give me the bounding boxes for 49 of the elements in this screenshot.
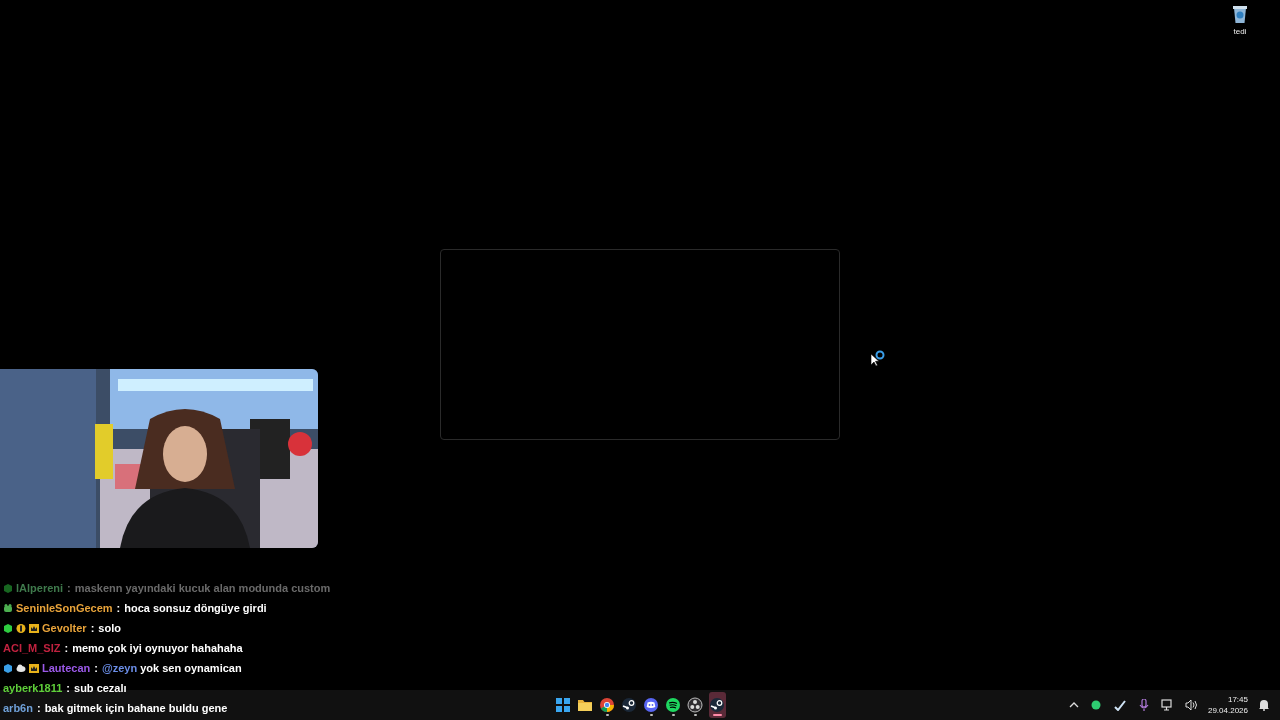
chat-username: Lautecan	[42, 662, 91, 674]
microphone-icon	[1138, 699, 1149, 711]
coin-badge-icon	[16, 622, 26, 634]
desktop-icon[interactable]: tedi	[1220, 5, 1260, 36]
chat-colon: :	[64, 642, 69, 654]
chat-colon: :	[66, 682, 70, 694]
tray-button[interactable]	[1182, 697, 1200, 713]
cursor-icon	[871, 354, 879, 366]
cloud-badge-icon	[16, 662, 26, 674]
trash-bin-icon	[1231, 5, 1249, 24]
chat-colon: :	[94, 662, 98, 674]
folder-icon	[577, 697, 593, 713]
cube-badge-icon	[3, 662, 13, 674]
chat-username: ayberk1811	[3, 682, 63, 694]
chat-username: ACI_M_SIZ	[3, 642, 61, 654]
chat-colon: :	[90, 622, 95, 634]
speaker-icon	[1184, 699, 1198, 711]
chat-message: sub cezalı	[74, 682, 127, 694]
chat-app-icon	[643, 697, 659, 713]
chevron-up-icon	[1068, 701, 1079, 709]
chat-message: memo çok iyi oynuyor hahahaha	[72, 642, 243, 654]
creature-badge-icon	[3, 602, 13, 614]
tray-button[interactable]	[1158, 697, 1175, 713]
chat-username: Gevolter	[42, 622, 87, 634]
bell-icon	[1258, 699, 1270, 711]
chat-message: maskenn yayındaki kucuk alan modunda custom	[74, 582, 331, 594]
chat-message: yok sen oynamican	[140, 662, 242, 674]
chat-mention: @zeyn	[101, 662, 138, 674]
chat-colon: :	[36, 702, 41, 714]
chat-username: SeninleSonGecem	[16, 602, 113, 614]
crown-badge-icon	[29, 622, 39, 634]
status-dot-icon	[1090, 700, 1101, 710]
chat-message: hoca sonsuz döngüye girdi	[124, 602, 267, 614]
music-app-icon	[665, 697, 681, 713]
chat-colon: :	[67, 582, 71, 594]
chat-username: lAlpereni	[16, 582, 64, 594]
windows-start-icon	[555, 697, 571, 713]
monitor-icon	[1160, 699, 1173, 711]
browser-icon	[599, 697, 615, 713]
taskbar-app-button[interactable]	[708, 692, 726, 718]
crown-badge-icon	[29, 662, 39, 674]
clock[interactable]: 17:45 29.04.2026	[1207, 694, 1248, 716]
chat-colon: :	[116, 602, 121, 614]
cube-badge-icon	[3, 582, 13, 594]
cube-badge-icon	[3, 622, 13, 634]
chat-message: bak gitmek için bahane buldu gene	[44, 702, 228, 714]
chat-message: solo	[98, 622, 121, 634]
chat-username: arb6n	[3, 702, 33, 714]
recorder-icon	[687, 697, 703, 713]
